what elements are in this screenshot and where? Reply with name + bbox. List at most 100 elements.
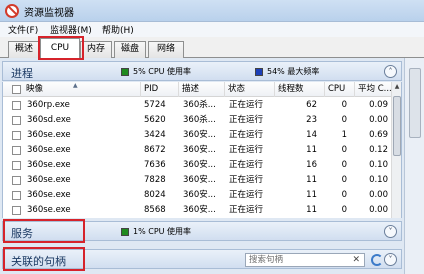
column-avg-cpu[interactable]: 平均 C... [355,82,393,97]
resource-monitor-icon [5,4,19,18]
column-pid[interactable]: PID [141,82,179,97]
cell-threads: 11 [306,175,317,185]
cell-description: 360安... [183,160,216,170]
row-checkbox[interactable] [12,161,21,170]
cell-threads: 23 [306,115,317,125]
cpu-usage-indicator-icon [121,68,129,76]
process-section-header[interactable]: 进程 5% CPU 使用率 54% 最大频率 ˄ [2,61,402,81]
cell-threads: 62 [306,100,317,110]
expand-handles-icon[interactable]: ˅ [384,253,397,266]
services-highlight [3,219,85,243]
right-panel-scrollbar[interactable] [404,58,424,274]
table-row[interactable]: 360se.exe 7636 360安... 正在运行 16 0 0.10 [3,158,393,173]
cell-cpu: 0 [341,115,347,125]
process-cpu-usage: 5% CPU 使用率 [133,67,192,76]
cell-image: 360sd.exe [27,115,71,125]
scroll-thumb[interactable] [393,96,401,156]
cell-cpu: 0 [341,160,347,170]
cell-pid: 7828 [144,175,166,185]
cell-description: 360安... [183,205,216,215]
scroll-up-icon[interactable]: ▲ [392,82,401,92]
cell-image: 360se.exe [27,175,71,185]
cpu-tab-highlight [38,36,84,60]
cell-description: 360安... [183,130,216,140]
process-scrollbar[interactable]: ▲ [391,82,401,218]
collapse-up-icon[interactable]: ˄ [384,65,397,78]
table-row[interactable]: 360se.exe 8672 360安... 正在运行 11 0 0.12 [3,143,393,158]
cell-pid: 8672 [144,145,166,155]
table-row[interactable]: 360se.exe 8568 360安... 正在运行 11 0 0.00 [3,203,393,218]
cell-description: 360安... [183,175,216,185]
services-cpu-usage: 1% CPU 使用率 [133,227,192,236]
cell-image: 360se.exe [27,190,71,200]
cell-avg-cpu: 0.10 [369,175,388,185]
column-status[interactable]: 状态 [225,82,275,97]
column-description[interactable]: 描述 [179,82,225,97]
row-checkbox[interactable] [12,101,21,110]
column-image[interactable]: 映像 [23,82,141,97]
cell-avg-cpu: 0.00 [369,190,388,200]
refresh-icon[interactable] [371,254,383,266]
cell-cpu: 0 [341,175,347,185]
cell-cpu: 0 [341,100,347,110]
table-row[interactable]: 360se.exe 7828 360安... 正在运行 11 0 0.10 [3,173,393,188]
cell-pid: 7636 [144,160,166,170]
title-bar: 资源监视器 [0,0,424,22]
tab-disk[interactable]: 磁盘 [114,41,146,58]
column-threads[interactable]: 线程数 [275,82,325,97]
cell-pid: 8024 [144,190,166,200]
table-row[interactable]: 360rp.exe 5724 360杀... 正在运行 62 0 0.09 [3,98,393,113]
cell-description: 360安... [183,145,216,155]
cell-cpu: 1 [341,130,347,140]
menu-file[interactable]: 文件(F) [8,23,38,36]
row-checkbox[interactable] [12,146,21,155]
row-checkbox[interactable] [12,191,21,200]
services-cpu-indicator-icon [121,228,129,236]
table-row[interactable]: 360sd.exe 5620 360杀... 正在运行 23 0 0.00 [3,113,393,128]
max-frequency-indicator-icon [255,68,263,76]
tab-network[interactable]: 网络 [148,41,184,58]
row-checkbox[interactable] [12,116,21,125]
cell-avg-cpu: 0.69 [369,130,388,140]
tab-memory[interactable]: 内存 [80,41,112,58]
row-checkbox[interactable] [12,131,21,140]
cell-description: 360杀... [183,115,216,125]
table-row[interactable]: 360se.exe 3424 360安... 正在运行 14 1 0.69 [3,128,393,143]
max-frequency: 54% 最大频率 [267,67,320,76]
cell-image: 360se.exe [27,130,71,140]
cell-cpu: 0 [341,205,347,215]
right-scroll-thumb[interactable] [409,68,421,138]
menu-bar: 文件(F) 监视器(M) 帮助(H) [0,22,424,37]
process-table-header: ▲ 映像 PID 描述 状态 线程数 CPU 平均 C... [3,82,393,97]
cell-pid: 8568 [144,205,166,215]
cell-image: 360rp.exe [27,100,70,110]
cell-avg-cpu: 0.00 [369,205,388,215]
process-section-title: 进程 [11,67,33,80]
cell-threads: 11 [306,205,317,215]
cell-pid: 5620 [144,115,166,125]
cell-status: 正在运行 [229,130,264,140]
cell-threads: 11 [306,145,317,155]
row-checkbox[interactable] [12,206,21,215]
row-checkbox[interactable] [12,176,21,185]
cell-description: 360安... [183,190,216,200]
menu-monitor[interactable]: 监视器(M) [50,23,92,36]
cell-avg-cpu: 0.10 [369,160,388,170]
handles-highlight [3,247,85,271]
window-title: 资源监视器 [24,8,74,19]
cell-threads: 16 [306,160,317,170]
tab-overview[interactable]: 概述 [8,41,40,58]
cell-image: 360se.exe [27,205,71,215]
column-cpu[interactable]: CPU [325,82,355,97]
cell-status: 正在运行 [229,175,264,185]
cell-status: 正在运行 [229,205,264,215]
menu-help[interactable]: 帮助(H) [102,23,134,36]
search-handles-input[interactable]: 搜索句柄 ✕ [245,253,365,267]
cell-avg-cpu: 0.09 [369,100,388,110]
clear-search-icon[interactable]: ✕ [352,254,360,266]
expand-down-icon[interactable]: ˅ [384,225,397,238]
select-all-checkbox[interactable] [12,85,21,94]
cell-pid: 3424 [144,130,166,140]
cell-cpu: 0 [341,190,347,200]
table-row[interactable]: 360se.exe 8024 360安... 正在运行 11 0 0.00 [3,188,393,203]
